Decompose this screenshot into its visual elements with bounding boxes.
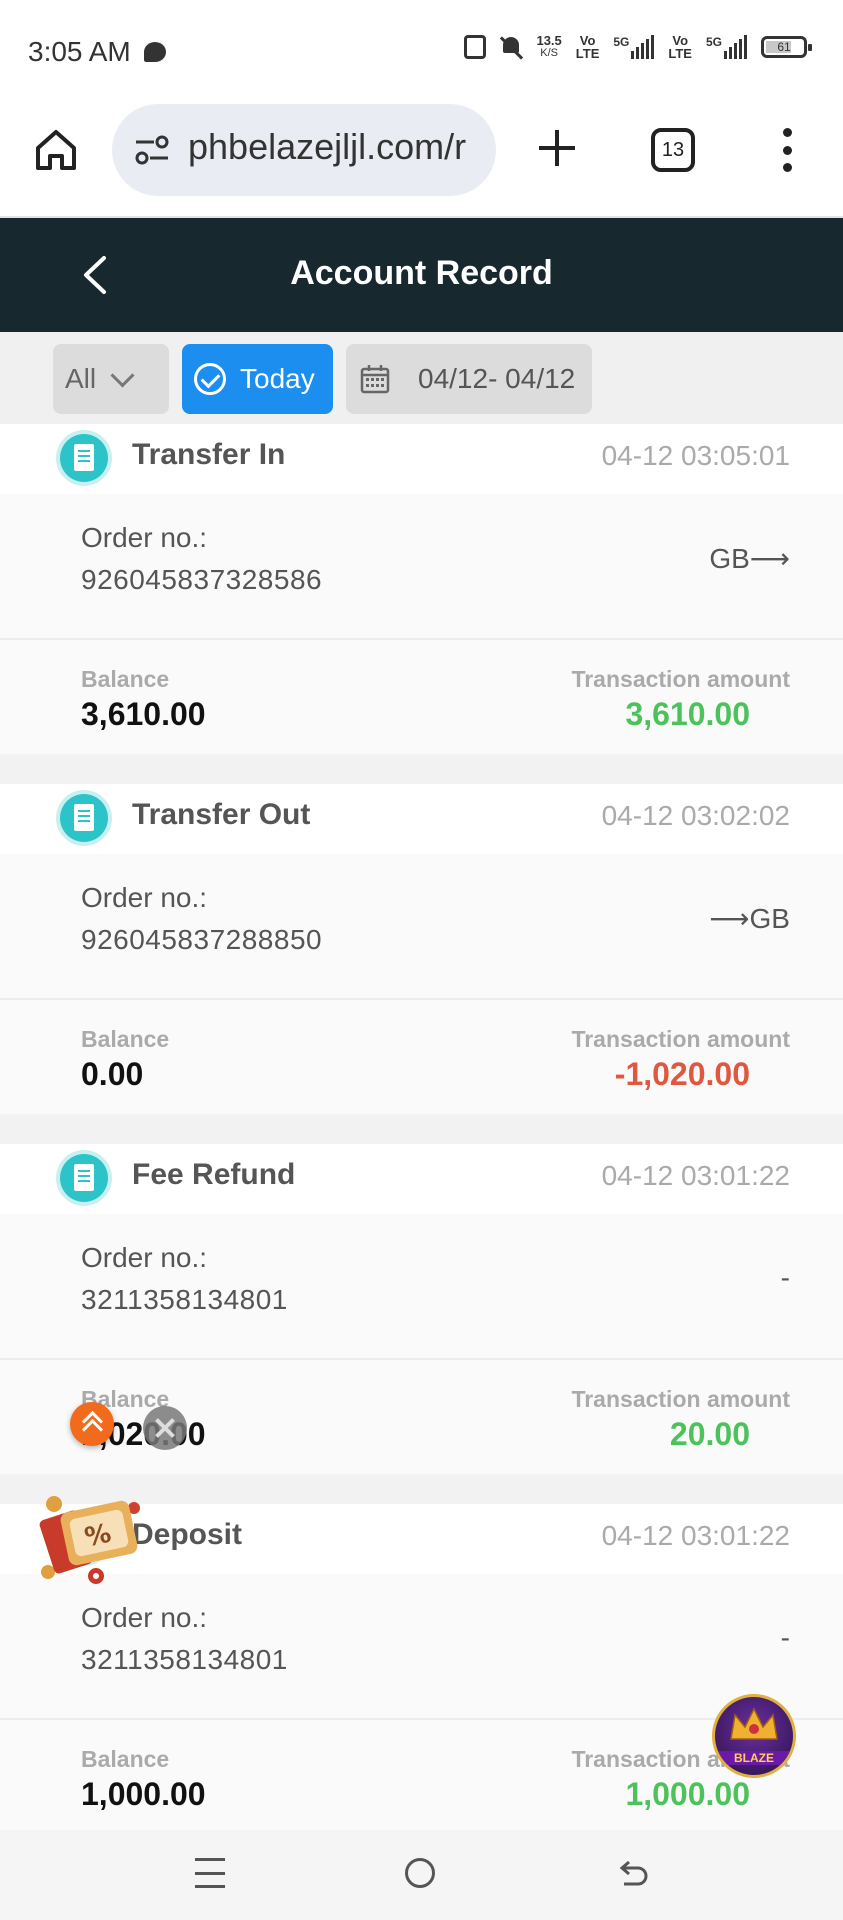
volte-2: Vo LTE <box>668 34 692 60</box>
home-icon[interactable] <box>34 128 78 172</box>
record-type: Fee Refund <box>132 1158 296 1191</box>
nfc-icon <box>464 35 487 59</box>
net-2-label: 5G <box>705 35 722 49</box>
balance-label: Balance <box>81 1026 170 1052</box>
network-speed: 13.5 K/S <box>536 34 561 60</box>
url-text[interactable]: phbelazejljl.com/r <box>188 126 466 168</box>
transfer-direction: - <box>780 1262 790 1293</box>
system-nav-bar <box>0 1830 843 1920</box>
transaction-amount-label: Transaction amount <box>571 666 790 692</box>
calendar-icon <box>360 365 390 394</box>
net-1-label: 5G <box>613 35 630 49</box>
chevron-down-icon <box>110 362 135 388</box>
record-item[interactable]: Transfer In 04-12 03:05:01 Order no.: 92… <box>0 424 843 754</box>
receipt-icon <box>60 434 108 482</box>
balance-label: Balance <box>81 1746 170 1772</box>
transfer-direction: ⟶GB <box>709 903 790 934</box>
record-order: Order no.: 926045837328586 GB⟶ <box>0 494 843 640</box>
blaze-game-icon[interactable]: BLAZE <box>712 1694 796 1778</box>
receipt-icon <box>60 794 108 842</box>
recent-apps-icon[interactable] <box>195 1858 225 1888</box>
transaction-amount-value: 1,000.00 <box>625 1776 750 1812</box>
balance-value: 0.00 <box>81 1056 144 1092</box>
record-order: Order no.: 3211358134801 - <box>0 1574 843 1720</box>
status-time: 3:05 AM <box>28 36 131 67</box>
order-number: 3211358134801 <box>81 1284 288 1315</box>
tabs-icon[interactable]: 13 <box>651 128 695 172</box>
transaction-amount-value: 3,610.00 <box>625 696 750 732</box>
address-bar[interactable]: phbelazejljl.com/r <box>112 104 496 196</box>
status-icons: 13.5 K/S Vo LTE 5G Vo LTE 5G 61 <box>464 34 812 60</box>
order-label: Order no.: <box>81 1602 208 1633</box>
receipt-icon <box>60 1154 108 1202</box>
order-label: Order no.: <box>81 522 208 553</box>
record-order: Order no.: 926045837288850 ⟶GB <box>0 854 843 1000</box>
back-icon[interactable] <box>616 1858 648 1890</box>
transaction-amount-value: 20.00 <box>669 1416 750 1452</box>
balance-value: 3,610.00 <box>81 696 206 732</box>
order-number: 3211358134801 <box>81 1644 288 1675</box>
site-settings-icon[interactable] <box>134 134 170 166</box>
scroll-top-button[interactable] <box>70 1402 114 1446</box>
status-bar: 3:05 AM 13.5 K/S Vo LTE 5G Vo LTE 5G 61 <box>0 0 843 104</box>
record-order: Order no.: 3211358134801 - <box>0 1214 843 1360</box>
home-circle-icon[interactable] <box>405 1858 435 1888</box>
date-range-picker[interactable]: 04/12- 04/12 <box>346 344 592 414</box>
date-range-value: 04/12- 04/12 <box>418 363 576 394</box>
order-number: 926045837288850 <box>81 924 323 955</box>
type-filter-select[interactable]: All <box>53 344 169 414</box>
order-label: Order no.: <box>81 882 208 913</box>
network-speed-unit: K/S <box>540 47 558 59</box>
record-type: Transfer In <box>132 438 286 471</box>
record-header: Transfer In 04-12 03:05:01 <box>0 424 843 494</box>
order-number: 926045837328586 <box>81 564 323 595</box>
record-balance-row: Balance 3,610.00 Transaction amount 3,61… <box>0 640 843 754</box>
check-circle-icon <box>194 363 226 395</box>
more-icon[interactable] <box>780 128 794 172</box>
transaction-amount-label: Transaction amount <box>571 1026 790 1052</box>
signal-icon-2: 5G <box>706 35 747 59</box>
record-time: 04-12 03:02:02 <box>601 800 790 831</box>
volte-1: Vo LTE <box>576 34 600 60</box>
record-header: Transfer Out 04-12 03:02:02 <box>0 784 843 854</box>
browser-toolbar: phbelazejljl.com/r 13 <box>0 104 843 218</box>
page-title: Account Record <box>290 254 553 292</box>
record-type: Transfer Out <box>132 798 311 831</box>
plus-icon[interactable] <box>537 128 577 168</box>
balance-value: 1,000.00 <box>81 1776 206 1812</box>
type-filter-value: All <box>65 363 97 394</box>
battery-icon: 61 <box>761 36 812 58</box>
chat-icon <box>144 42 166 62</box>
transaction-amount-label: Transaction amount <box>571 1386 790 1412</box>
record-time: 04-12 03:05:01 <box>601 440 790 471</box>
transaction-amount-value: -1,020.00 <box>614 1056 750 1092</box>
record-balance-row: Balance 1,020.00 Transaction amount 20.0… <box>0 1360 843 1474</box>
transfer-direction: - <box>780 1622 790 1653</box>
page-header: Account Record <box>0 218 843 332</box>
network-speed-value: 13.5 <box>536 33 562 48</box>
volte-1-bottom: LTE <box>575 46 600 61</box>
record-item[interactable]: Fee Refund 04-12 03:01:22 Order no.: 321… <box>0 1144 843 1474</box>
today-filter-button[interactable]: Today <box>182 344 333 414</box>
tab-count: 13 <box>661 138 685 161</box>
crown-icon <box>730 1707 778 1740</box>
record-time: 04-12 03:01:22 <box>601 1520 790 1551</box>
battery-level: 61 <box>777 40 791 54</box>
record-balance-row: Balance 0.00 Transaction amount -1,020.0… <box>0 1000 843 1114</box>
balance-label: Balance <box>81 666 170 692</box>
close-promo-button[interactable] <box>143 1406 187 1450</box>
volte-2-bottom: LTE <box>668 46 692 61</box>
record-item[interactable]: Transfer Out 04-12 03:02:02 Order no.: 9… <box>0 784 843 1114</box>
mute-icon <box>500 35 522 59</box>
transfer-direction: GB⟶ <box>709 543 790 574</box>
filter-bar: All Today 04/12- 04/12 <box>0 332 843 424</box>
signal-icon: 5G <box>613 35 655 59</box>
blaze-label: BLAZE <box>715 1751 793 1765</box>
record-time: 04-12 03:01:22 <box>601 1160 790 1191</box>
promo-gift-icon[interactable]: % <box>34 1484 152 1592</box>
order-label: Order no.: <box>81 1242 208 1273</box>
today-label: Today <box>240 363 315 394</box>
records-list[interactable]: Transfer In 04-12 03:05:01 Order no.: 92… <box>0 424 843 1830</box>
record-header: Fee Refund 04-12 03:01:22 <box>0 1144 843 1214</box>
